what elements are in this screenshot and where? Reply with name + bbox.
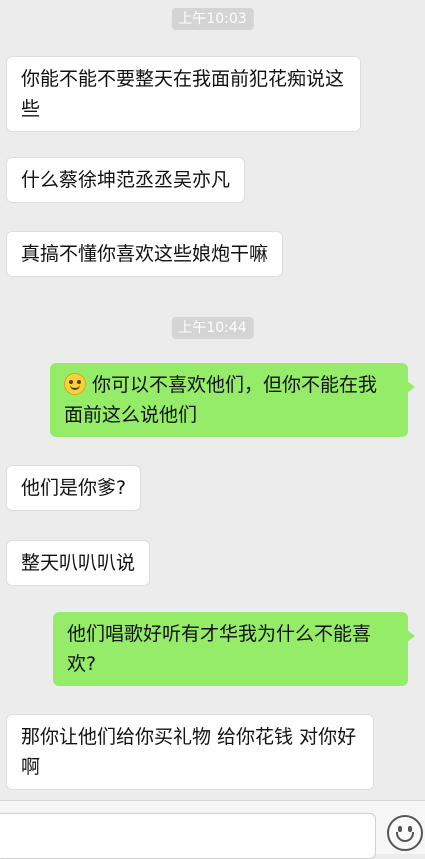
message-text: 什么蔡徐坤范丞丞吴亦凡: [21, 169, 231, 191]
message-bubble-sent[interactable]: 你可以不喜欢他们，但你不能在我面前这么说他们: [50, 363, 415, 437]
message-bubble-received[interactable]: 整天叭叭叭说: [6, 540, 151, 586]
input-bar: [0, 800, 425, 859]
message-text: 那你让他们给你买礼物 给你花钱 对你好啊: [21, 726, 357, 778]
message-input[interactable]: [0, 813, 376, 859]
message-bubble-received[interactable]: 那你让他们给你买礼物 给你花钱 对你好啊: [6, 714, 374, 790]
message-bubble-received[interactable]: 他们是你爹?: [6, 465, 142, 511]
timestamp: 上午10:44: [171, 317, 254, 339]
message-bubble-received[interactable]: 什么蔡徐坤范丞丞吴亦凡: [6, 157, 246, 203]
message-text: 他们是你爹?: [21, 477, 127, 499]
message-text: 你可以不喜欢他们，但你不能在我面前这么说他们: [64, 374, 378, 426]
message-bubble-received[interactable]: 你能不能不要整天在我面前犯花痴说这些: [6, 56, 361, 132]
message-bubble-received[interactable]: 真搞不懂你喜欢这些娘炮干嘛: [6, 231, 284, 277]
timestamp: 上午10:03: [171, 8, 254, 30]
message-text: 你能不能不要整天在我面前犯花痴说这些: [21, 68, 345, 120]
smile-emoji-icon: [64, 373, 86, 395]
message-text: 整天叭叭叭说: [21, 552, 136, 574]
chat-area: 上午10:03 你能不能不要整天在我面前犯花痴说这些 什么蔡徐坤范丞丞吴亦凡 真…: [0, 0, 425, 853]
message-text: 他们唱歌好听有才华我为什么不能喜欢?: [67, 623, 372, 675]
emoji-face-icon[interactable]: [387, 815, 423, 851]
message-bubble-sent[interactable]: 他们唱歌好听有才华我为什么不能喜欢?: [53, 612, 415, 686]
message-text: 真搞不懂你喜欢这些娘炮干嘛: [21, 243, 269, 265]
